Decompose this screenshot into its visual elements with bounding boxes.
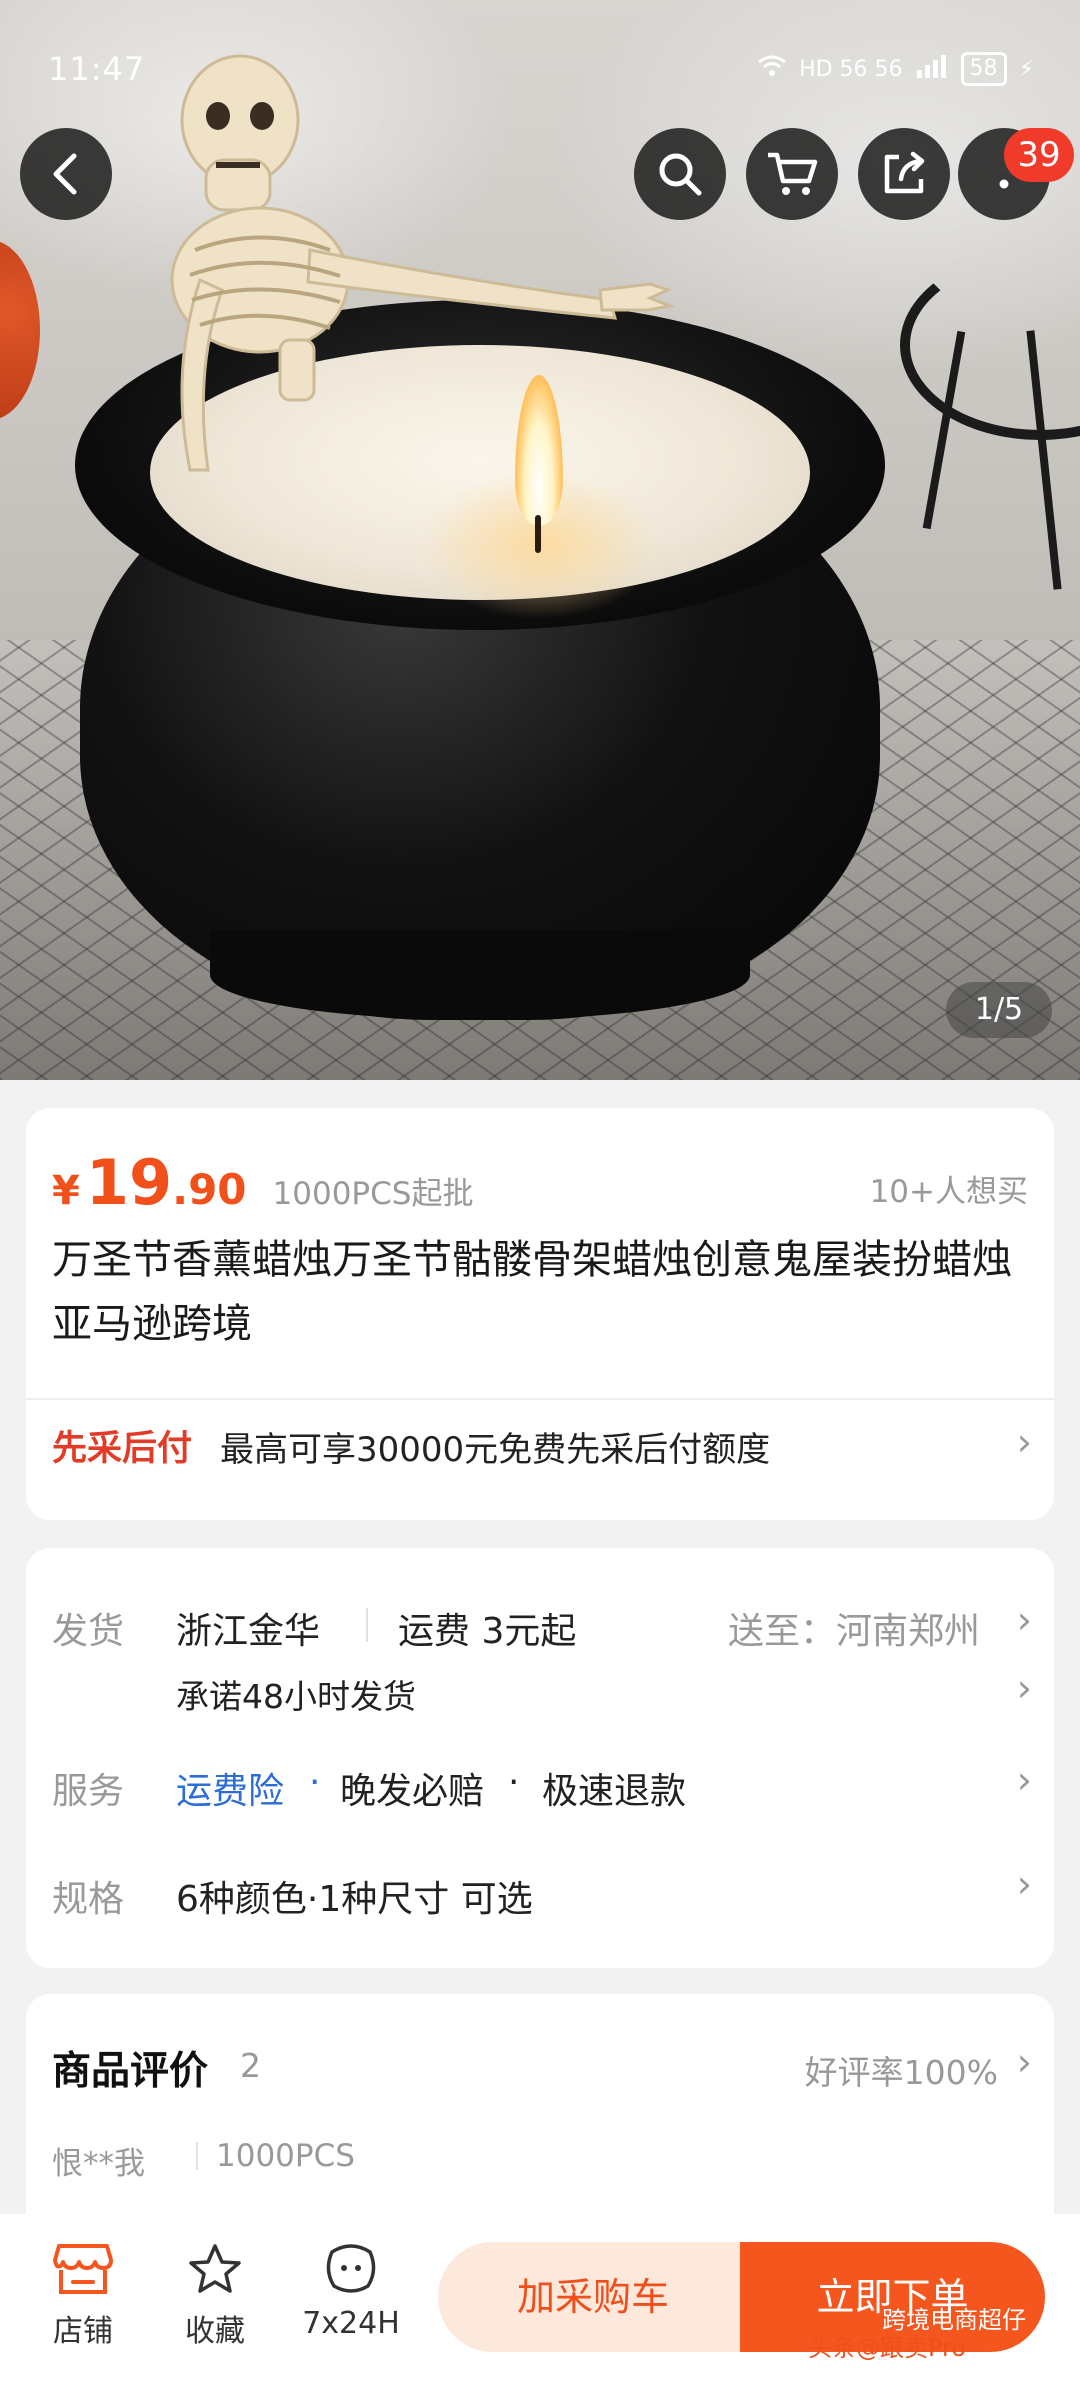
chevron-right-icon: › <box>1016 1598 1032 1642</box>
search-icon <box>659 153 702 196</box>
price-integer: 19 <box>85 1146 173 1219</box>
tab-favorite-label: 收藏 <box>185 2314 245 2349</box>
store-icon <box>53 2244 113 2294</box>
tab-store[interactable]: 店铺 <box>28 2242 138 2350</box>
positive-rate: 好评率100% <box>804 2053 998 2092</box>
deliver-to: 送至：河南郑州 <box>728 1611 981 1652</box>
share-button[interactable] <box>858 128 950 220</box>
min-order-quantity: 1000PCS起批 <box>272 1176 474 1212</box>
spec-text: 6种颜色·1种尺寸 可选 <box>176 1879 533 1920</box>
skeleton-figure <box>170 54 676 472</box>
divider <box>26 1398 1054 1400</box>
logistics-card: 发货 浙江金华 运费 3元起 送至：河南郑州 › 承诺48小时发货 › 服务 运… <box>26 1548 1054 1968</box>
cart-icon <box>768 152 818 195</box>
chevron-right-icon: › <box>1016 1666 1032 1710</box>
product-title: 万圣节香薰蜡烛万圣节骷髅骨架蜡烛创意鬼屋装扮蜡烛亚马逊跨境 <box>52 1237 1012 1347</box>
spec-label: 规格 <box>52 1879 125 1920</box>
status-time: 11:47 <box>48 50 146 88</box>
service-item-insurance: 运费险 <box>176 1771 285 1812</box>
shipping-origin: 浙江金华 <box>176 1611 321 1652</box>
share-icon <box>884 151 925 194</box>
cauldron-base <box>210 930 750 1020</box>
network-text: HD 56 56 <box>799 56 903 82</box>
status-icons: HD 56 56 58 ⚡ <box>757 52 1034 86</box>
currency-symbol: ¥ <box>52 1168 80 1214</box>
pumpkin-decoration <box>0 240 40 420</box>
review-user: 恨**我 <box>52 2146 145 2182</box>
spider-basket <box>900 250 1080 440</box>
service-separator: · <box>508 1762 520 1803</box>
chevron-right-icon: › <box>1016 1758 1032 1802</box>
charging-icon: ⚡ <box>1018 56 1034 82</box>
search-button[interactable] <box>634 128 726 220</box>
chevron-right-icon: › <box>1016 1420 1032 1464</box>
service-separator: · <box>309 1762 321 1803</box>
service-item-late-compensation: 晚发必赔 <box>340 1771 485 1812</box>
price-card: ¥ 19 .90 1000PCS起批 10+人想买 万圣节香薰蜡烛万圣节骷髅骨架… <box>26 1108 1054 1520</box>
star-icon <box>189 2244 241 2293</box>
bnpl-tag: 先采后付 <box>52 1429 193 1469</box>
reviews-title: 商品评价 <box>52 2049 209 2094</box>
back-button[interactable] <box>20 128 112 220</box>
cart-button[interactable] <box>746 128 838 220</box>
image-pager: 1/5 <box>946 982 1052 1038</box>
separator <box>196 2142 198 2170</box>
reviews-count: 2 <box>240 2046 261 2085</box>
tab-favorite[interactable]: 收藏 <box>160 2242 270 2350</box>
service-icon <box>326 2244 376 2293</box>
chevron-left-icon <box>53 153 77 195</box>
want-count: 10+人想买 <box>869 1174 1028 1210</box>
price-decimal: .90 <box>172 1165 247 1214</box>
bnpl-text: 最高可享30000元免费先采后付额度 <box>220 1430 771 1470</box>
tab-service-label: 7x24H <box>302 2306 400 2341</box>
shipping-label: 发货 <box>52 1611 125 1652</box>
review-spec: 1000PCS <box>216 2138 355 2174</box>
shipping-fee: 运费 3元起 <box>398 1611 577 1652</box>
separator <box>366 1608 368 1642</box>
battery-indicator: 58 <box>960 52 1007 86</box>
watermark: 头条@跟卖Pro <box>808 2334 967 2362</box>
price-row: ¥ 19 .90 1000PCS起批 <box>52 1146 473 1219</box>
tab-store-label: 店铺 <box>53 2314 113 2349</box>
add-to-cart-button[interactable]: 加采购车 <box>438 2242 748 2352</box>
tab-customer-service[interactable]: 7x24H <box>296 2242 406 2341</box>
chevron-right-icon: › <box>1016 1862 1032 1906</box>
service-label: 服务 <box>52 1771 125 1812</box>
ship-promise: 承诺48小时发货 <box>176 1677 416 1716</box>
chevron-right-icon: › <box>1016 2040 1032 2084</box>
wifi-icon <box>757 54 787 84</box>
service-item-fast-refund: 极速退款 <box>542 1771 687 1812</box>
message-badge: 39 <box>1004 128 1074 182</box>
signal-icon <box>915 54 949 84</box>
